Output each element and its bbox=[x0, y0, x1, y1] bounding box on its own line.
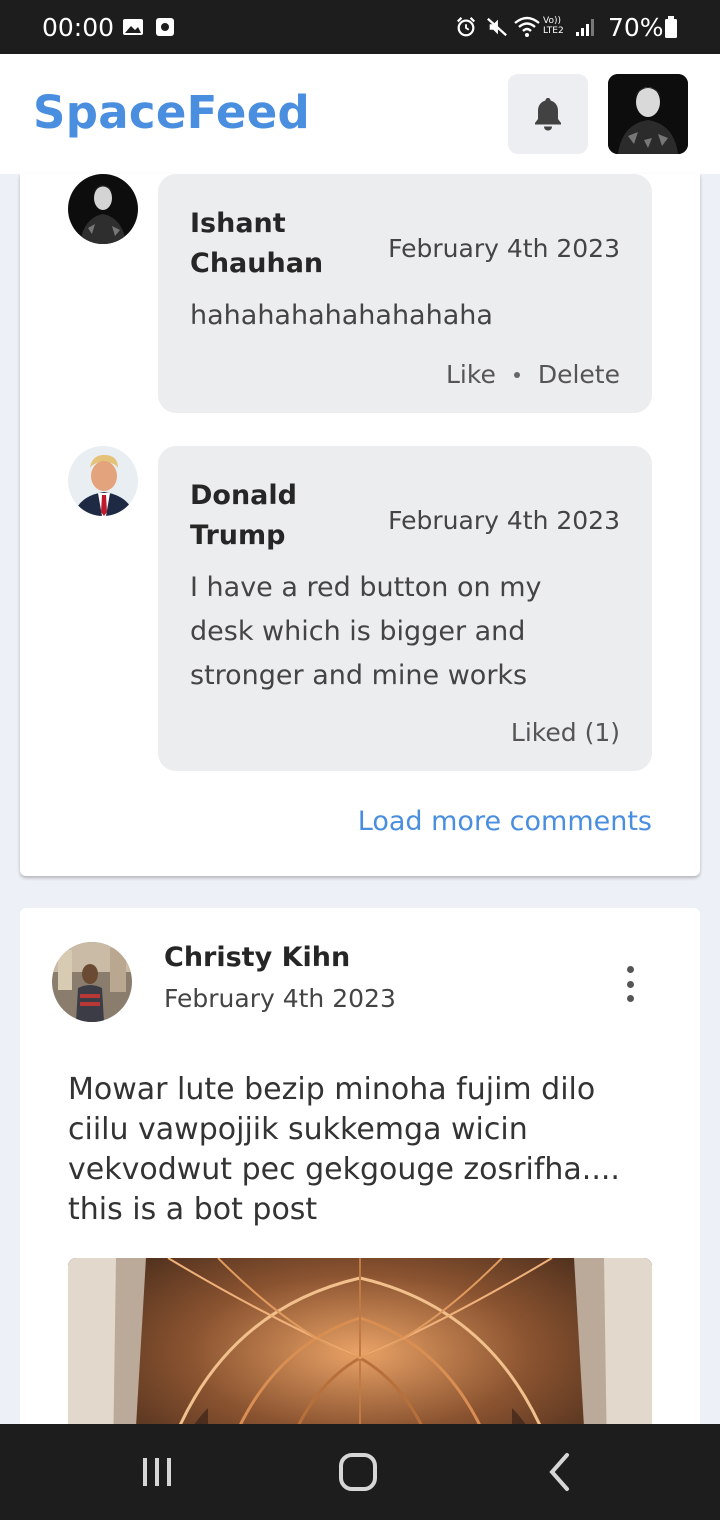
home-icon[interactable] bbox=[328, 1448, 388, 1496]
battery-percent: 70% bbox=[608, 13, 664, 42]
post-text: Mowar lute bezip minoha fujim dilo ciilu… bbox=[68, 1072, 620, 1227]
recent-apps-glyph bbox=[143, 1458, 171, 1486]
alarm-icon bbox=[456, 17, 476, 37]
back-icon[interactable] bbox=[530, 1448, 590, 1496]
mute-icon bbox=[487, 17, 507, 37]
comment-avatar[interactable] bbox=[68, 446, 138, 516]
avatar bbox=[68, 446, 138, 516]
status-bar: 00:00 Vo)) LTE2 70% bbox=[0, 0, 720, 54]
comment-author[interactable]: Donald Trump bbox=[190, 476, 360, 556]
recent-apps-icon[interactable] bbox=[127, 1448, 187, 1496]
post-author-avatar[interactable] bbox=[52, 942, 132, 1022]
avatar bbox=[68, 174, 138, 244]
comment-author[interactable]: Ishant Chauhan bbox=[190, 204, 360, 284]
signal-icon bbox=[576, 19, 594, 36]
like-button[interactable]: Like bbox=[446, 360, 496, 389]
brand-logo[interactable]: SpaceFeed bbox=[33, 86, 310, 139]
delete-button[interactable]: Delete bbox=[538, 360, 620, 389]
home-glyph bbox=[339, 1453, 377, 1491]
comment-text: hahahahahahahahaha bbox=[190, 300, 493, 331]
notifications-button[interactable] bbox=[508, 74, 588, 154]
load-more-comments-link[interactable]: Load more comments bbox=[358, 806, 652, 837]
comment-actions: Liked (1) bbox=[511, 718, 620, 747]
back-glyph bbox=[549, 1453, 569, 1491]
post-date: February 4th 2023 bbox=[164, 984, 396, 1013]
network-label: Vo)) LTE2 bbox=[543, 16, 564, 36]
wifi-icon bbox=[514, 16, 540, 37]
post-author[interactable]: Christy Kihn bbox=[164, 942, 350, 973]
comment-date: February 4th 2023 bbox=[388, 506, 620, 535]
comment-bubble: Donald Trump February 4th 2023 I have a … bbox=[158, 446, 652, 771]
comment-actions: Like Delete bbox=[446, 360, 620, 389]
bell-icon bbox=[535, 98, 561, 131]
battery-icon bbox=[665, 16, 677, 38]
liked-button[interactable]: Liked (1) bbox=[511, 718, 620, 747]
screenshot-icon bbox=[156, 18, 174, 36]
avatar bbox=[52, 942, 132, 1022]
more-vertical-icon[interactable] bbox=[618, 964, 642, 1004]
status-time: 00:00 bbox=[42, 13, 115, 42]
gallery-icon bbox=[123, 19, 143, 35]
separator-dot bbox=[513, 371, 520, 378]
app-header: SpaceFeed bbox=[0, 54, 720, 174]
comment-avatar[interactable] bbox=[68, 174, 138, 244]
profile-avatar-button[interactable] bbox=[608, 74, 688, 154]
comments-card: Ishant Chauhan February 4th 2023 hahahah… bbox=[20, 174, 700, 876]
comment-date: February 4th 2023 bbox=[388, 234, 620, 263]
avatar bbox=[608, 74, 688, 154]
comment-text: I have a red button on my desk which is … bbox=[190, 572, 542, 691]
comment-bubble: Ishant Chauhan February 4th 2023 hahahah… bbox=[158, 174, 652, 413]
system-nav-bar bbox=[0, 1424, 720, 1520]
